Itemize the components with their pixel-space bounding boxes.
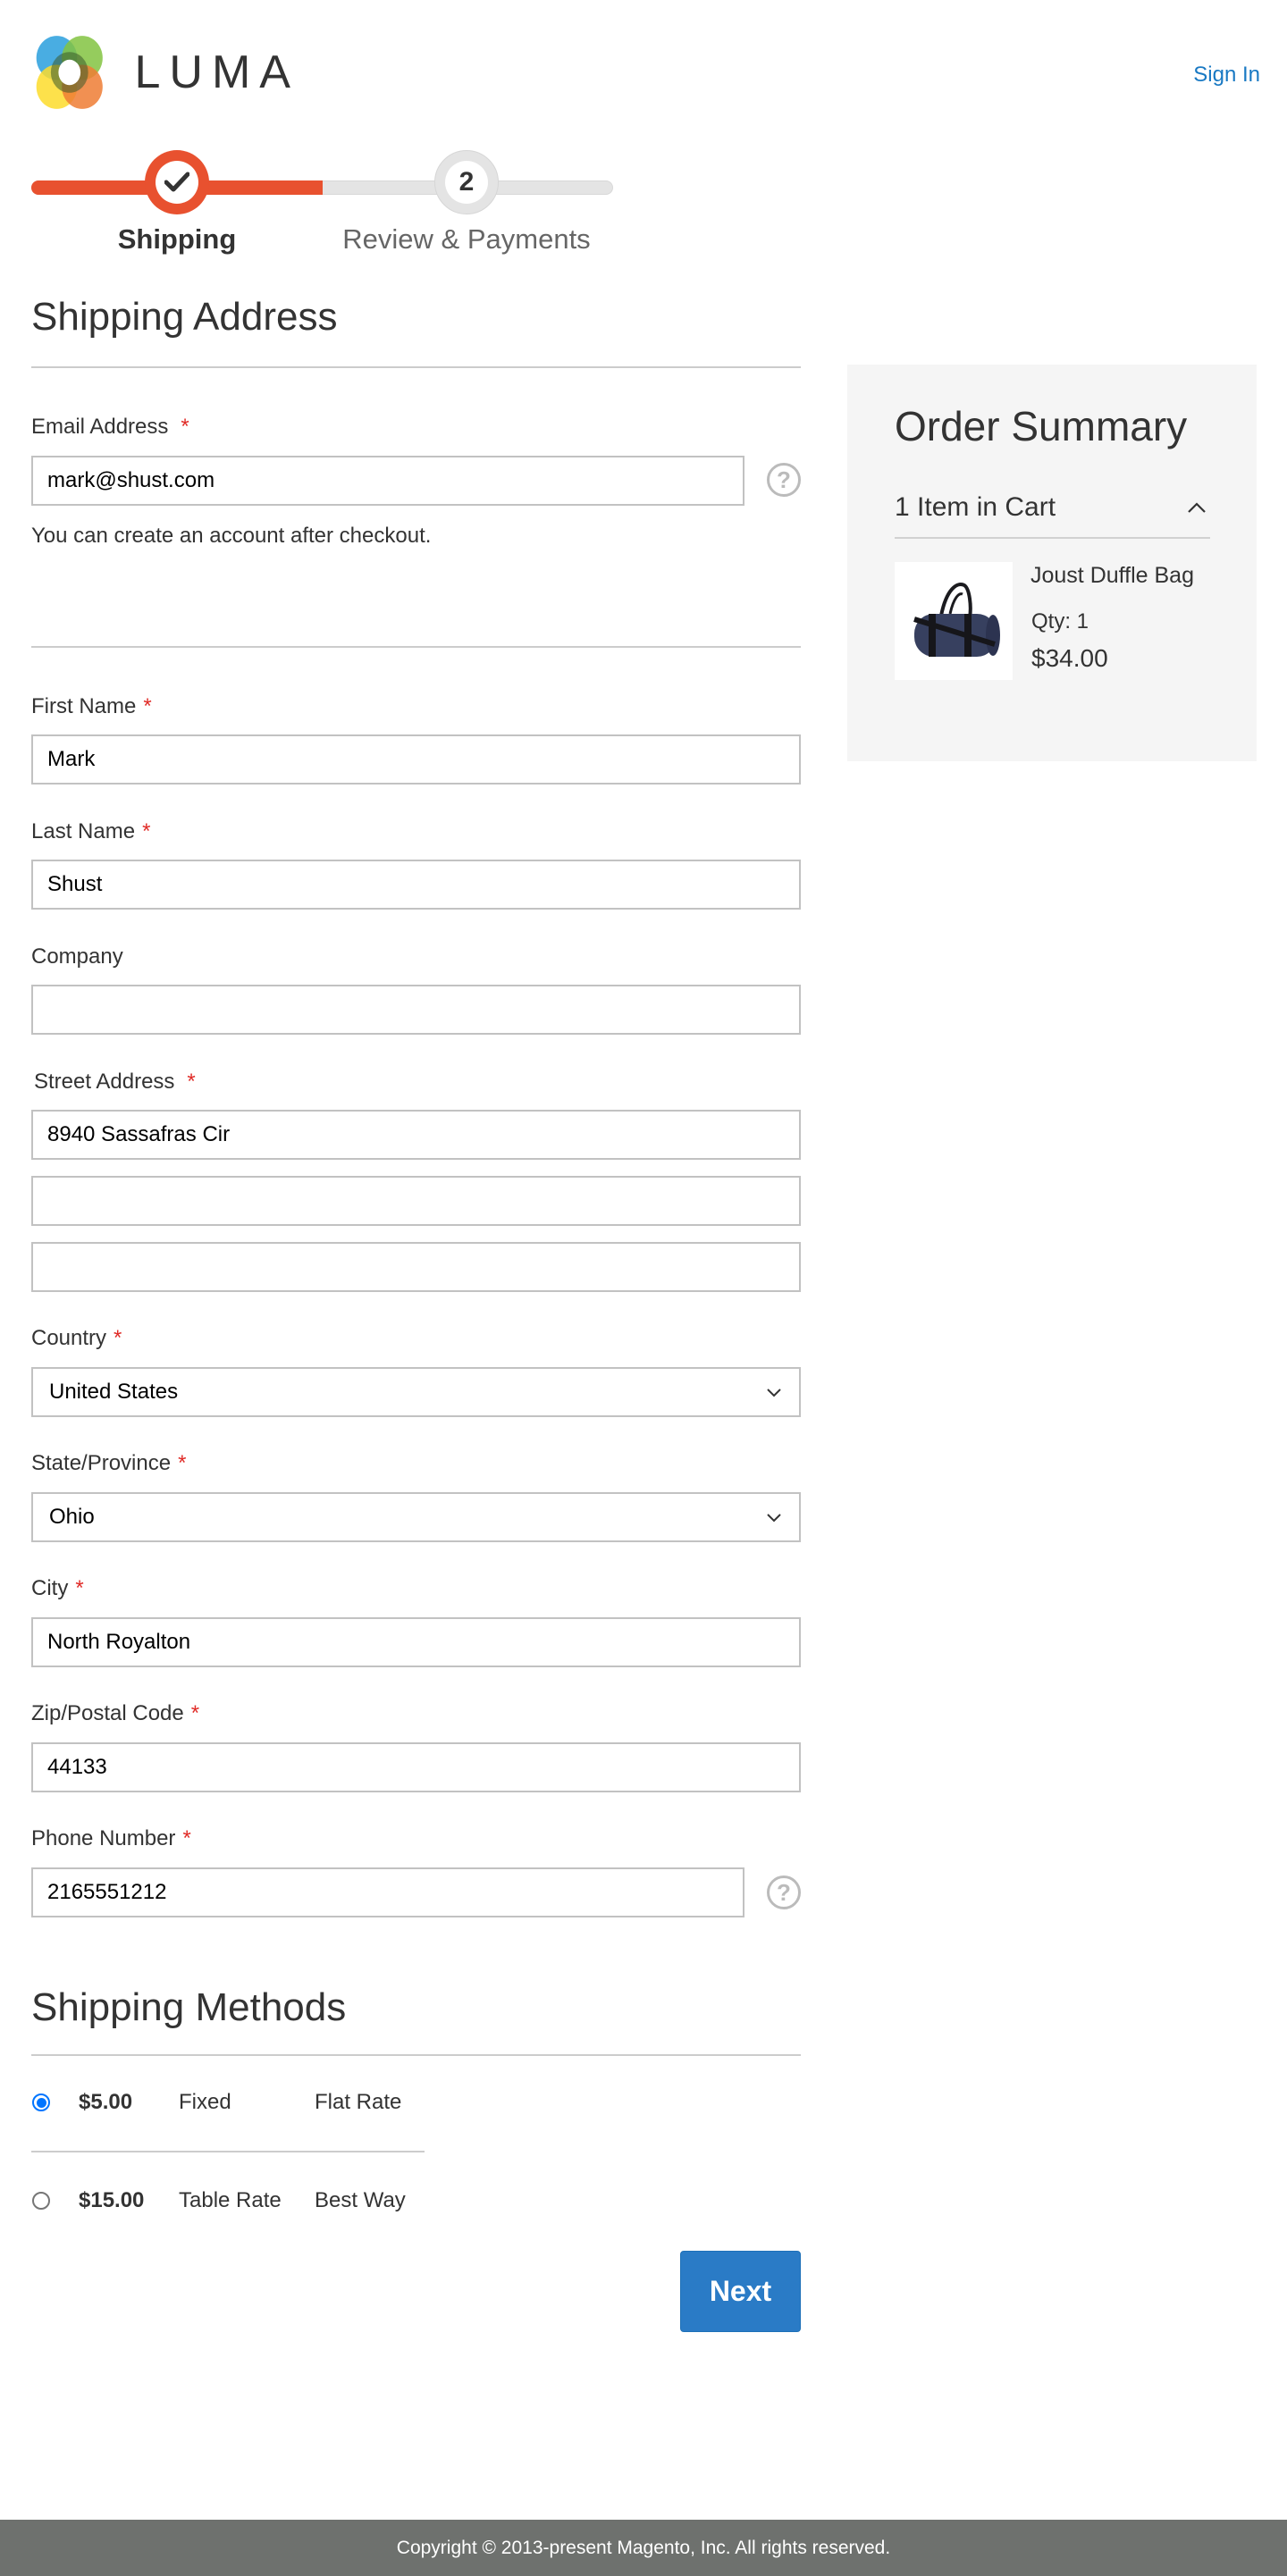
flat-rate-radio[interactable] xyxy=(32,2094,50,2111)
state-label: State/Province * xyxy=(31,1451,187,1475)
method-price: $15.00 xyxy=(79,2188,145,2212)
shipping-address-title: Shipping Address xyxy=(31,295,338,339)
state-value: Ohio xyxy=(49,1505,95,1529)
summary-divider xyxy=(895,537,1210,539)
zip-label: Zip/Postal Code * xyxy=(31,1701,200,1725)
step-review-marker: 2 xyxy=(434,150,499,214)
luma-logo[interactable]: LUMA xyxy=(31,32,299,113)
company-field[interactable] xyxy=(31,985,801,1035)
section-divider xyxy=(31,366,801,368)
items-in-cart-label: 1 Item in Cart xyxy=(895,492,1056,522)
brand-name: LUMA xyxy=(134,46,299,98)
order-summary: Order Summary 1 Item in Cart Joust Duffl… xyxy=(847,365,1257,761)
street-address-label: Street Address * xyxy=(34,1070,196,1094)
items-in-cart-toggle[interactable]: 1 Item in Cart xyxy=(895,490,1210,525)
email-label: Email Address * xyxy=(31,415,189,439)
last-name-label: Last Name * xyxy=(31,819,151,843)
chevron-down-icon xyxy=(767,1514,781,1523)
shipping-method-row[interactable]: $5.00 Fixed Flat Rate xyxy=(31,2085,801,2120)
email-field[interactable]: mark@shust.com xyxy=(31,456,744,506)
next-button[interactable]: Next xyxy=(680,2251,801,2332)
footer-copyright: Copyright © 2013-present Magento, Inc. A… xyxy=(0,2520,1287,2576)
shipping-methods-title: Shipping Methods xyxy=(31,1985,347,2029)
phone-label: Phone Number * xyxy=(31,1826,191,1850)
street-line-3-field[interactable] xyxy=(31,1242,801,1292)
chevron-down-icon xyxy=(767,1389,781,1397)
carrier-title: Best Way xyxy=(315,2188,406,2212)
carrier-title: Flat Rate xyxy=(315,2090,402,2114)
product-qty: Qty: 1 xyxy=(1031,609,1089,634)
method-title: Fixed xyxy=(179,2090,231,2114)
shipping-method-row[interactable]: $15.00 Table Rate Best Way xyxy=(31,2183,801,2219)
country-select[interactable]: United States xyxy=(31,1367,801,1417)
step-review-label: Review & Payments xyxy=(342,223,591,255)
step-number: 2 xyxy=(445,161,488,204)
method-title: Table Rate xyxy=(179,2188,282,2212)
company-label: Company xyxy=(31,944,123,969)
email-divider xyxy=(31,646,801,648)
email-help-icon[interactable]: ? xyxy=(767,463,801,497)
country-value: United States xyxy=(49,1380,179,1404)
method-price: $5.00 xyxy=(79,2090,133,2114)
zip-field[interactable]: 44133 xyxy=(31,1742,801,1792)
city-label: City * xyxy=(31,1576,84,1600)
email-note: You can create an account after checkout… xyxy=(31,524,432,548)
country-label: Country * xyxy=(31,1326,122,1350)
phone-help-icon[interactable]: ? xyxy=(767,1875,801,1909)
sign-in-link[interactable]: Sign In xyxy=(1180,63,1260,88)
table-rate-radio[interactable] xyxy=(32,2192,50,2210)
first-name-label: First Name * xyxy=(31,694,152,718)
state-select[interactable]: Ohio xyxy=(31,1492,801,1542)
chevron-up-icon xyxy=(1188,502,1206,513)
street-line-1-field[interactable]: 8940 Sassafras Cir xyxy=(31,1110,801,1160)
checkmark-icon xyxy=(164,172,189,192)
phone-field[interactable]: 2165551212 xyxy=(31,1867,744,1917)
luma-logo-icon xyxy=(36,36,103,109)
product-name: Joust Duffle Bag xyxy=(1030,563,1194,588)
order-summary-title: Order Summary xyxy=(895,403,1188,449)
last-name-field[interactable]: Shust xyxy=(31,860,801,910)
methods-divider xyxy=(31,2054,801,2056)
street-line-2-field[interactable] xyxy=(31,1176,801,1226)
method-row-divider xyxy=(31,2151,425,2152)
step-shipping-label: Shipping xyxy=(117,223,237,255)
product-image xyxy=(895,562,1013,680)
step-shipping-marker xyxy=(145,150,209,214)
product-price: $34.00 xyxy=(1031,644,1108,672)
city-field[interactable]: North Royalton xyxy=(31,1617,801,1667)
duffle-bag-image xyxy=(913,583,1000,657)
first-name-field[interactable]: Mark xyxy=(31,734,801,785)
